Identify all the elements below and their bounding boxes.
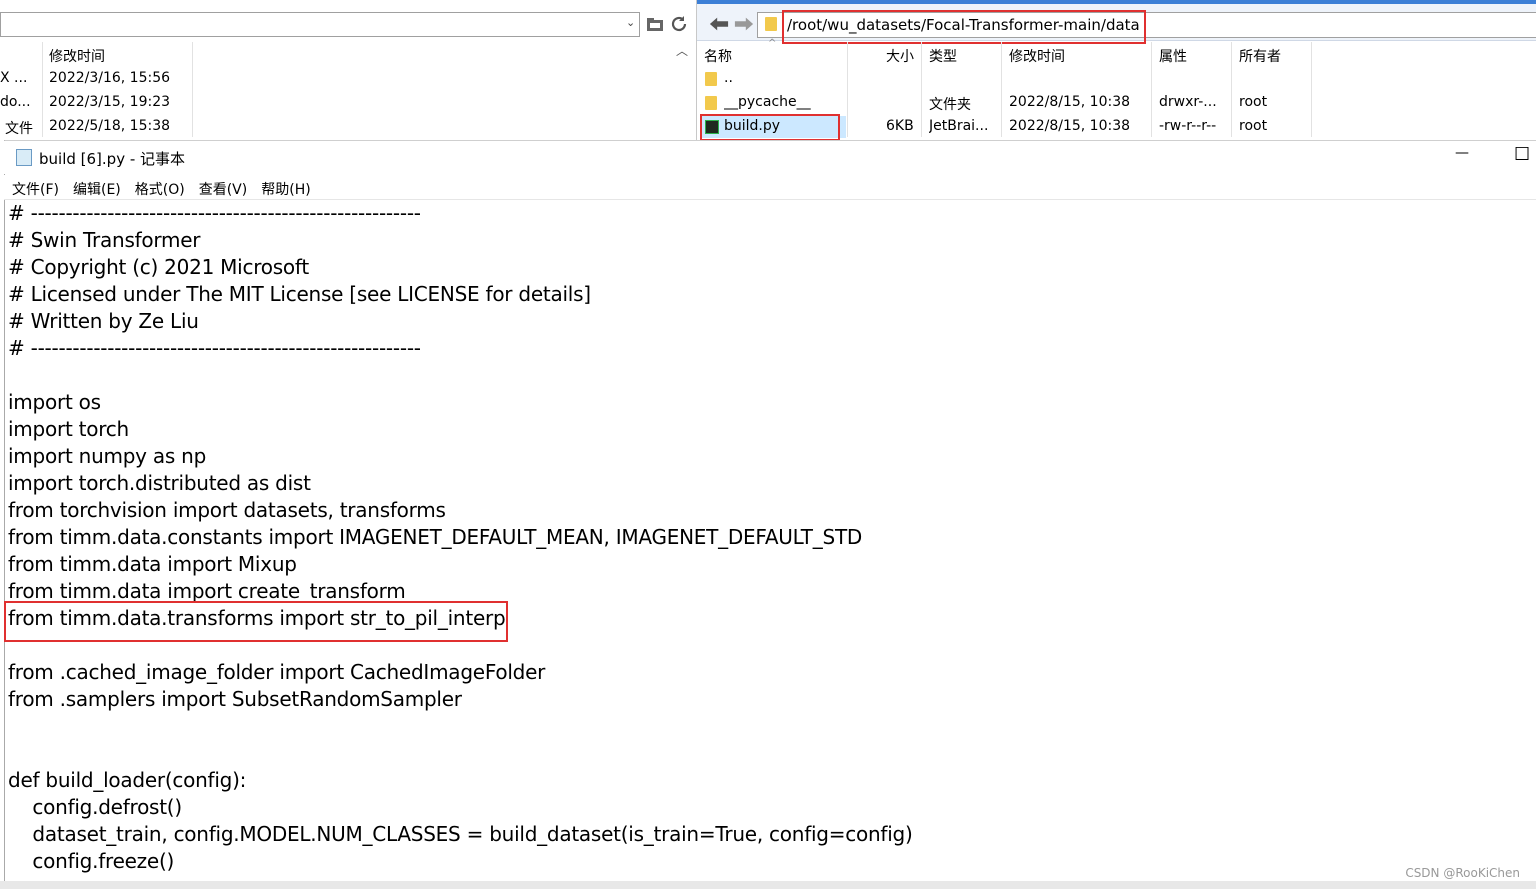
file-owner: root (1239, 94, 1268, 110)
file-attributes: drwxr-... (1159, 94, 1217, 110)
file-attributes: -rw-r--r-- (1159, 118, 1217, 134)
code-line: dataset_train, config.MODEL.NUM_CLASSES … (8, 822, 913, 846)
sort-ascending-icon: ^ (768, 38, 777, 49)
code-line: # Written by Ze Liu (8, 309, 199, 333)
file-modified: 2022/8/15, 10:38 (1009, 118, 1131, 134)
file-modified: 2022/3/16, 15:56 (49, 70, 171, 86)
table-row[interactable]: __pycache__ 文件夹 2022/8/15, 10:38 drwxr-.… (700, 92, 1320, 116)
file-modified: 2022/3/15, 19:23 (49, 94, 171, 110)
menu-format[interactable]: 格式(O) (135, 179, 185, 199)
pane-accent-bar (697, 0, 1536, 4)
code-line: # Copyright (c) 2021 Microsoft (8, 255, 309, 279)
column-header-size[interactable]: 大小 (886, 46, 914, 66)
code-line: import torch.distributed as dist (8, 471, 311, 495)
code-line: from timm.data import Mixup (8, 552, 297, 576)
code-line: config.defrost() (8, 795, 182, 819)
remote-path[interactable]: /root/wu_datasets/Focal-Transformer-main… (787, 16, 1140, 34)
code-line: # Licensed under The MIT License [see LI… (8, 282, 591, 306)
file-modified: 2022/8/15, 10:38 (1009, 94, 1131, 110)
import-highlight-box (4, 601, 508, 642)
left-path-bar[interactable] (0, 12, 640, 37)
code-line: config.freeze() (8, 849, 175, 873)
minimize-button[interactable]: — (1455, 145, 1469, 161)
code-line: from timm.data.constants import IMAGENET… (8, 525, 863, 549)
list-item[interactable]: X ... 2022/3/16, 15:56 (0, 68, 640, 92)
column-header-type[interactable]: 类型 (929, 46, 957, 66)
watermark: CSDN @RooKiChen (1405, 866, 1520, 880)
table-row[interactable]: .. (700, 68, 1300, 92)
file-name: do... (0, 94, 31, 110)
file-name: X ... (0, 70, 28, 86)
file-name: __pycache__ (724, 94, 811, 110)
code-line: def build_loader(config): (8, 768, 247, 792)
folder-icon (765, 17, 777, 31)
list-item[interactable]: do... 2022/3/15, 19:23 (0, 92, 640, 116)
column-header-owner[interactable]: 所有者 (1239, 46, 1281, 66)
menu-view[interactable]: 查看(V) (199, 179, 248, 199)
file-name: 文件 (5, 121, 33, 137)
column-header-name[interactable]: 名称 (704, 46, 732, 66)
window-title: build [6].py - 记事本 (39, 150, 186, 168)
file-name: .. (724, 70, 733, 86)
notepad-icon (16, 149, 32, 166)
code-line: import numpy as np (8, 444, 207, 468)
chevron-down-icon[interactable]: ⌄ (626, 16, 635, 29)
file-owner: root (1239, 118, 1268, 134)
folder-tree-icon[interactable] (645, 14, 665, 34)
menu-help[interactable]: 帮助(H) (261, 179, 310, 199)
forward-arrow-icon[interactable] (734, 14, 754, 34)
title-bar[interactable]: build [6].py - 记事本 — ☐ (4, 141, 1536, 174)
taskbar-strip (0, 881, 1536, 889)
file-highlight-box (700, 114, 840, 141)
column-header-attributes[interactable]: 属性 (1159, 46, 1187, 66)
list-item[interactable]: 文件 2022/5/18, 15:38 (0, 116, 640, 140)
code-line: # --------------------------------------… (8, 336, 421, 360)
code-line: import torch (8, 417, 129, 441)
code-line: from torchvision import datasets, transf… (8, 498, 446, 522)
file-modified: 2022/5/18, 15:38 (49, 118, 171, 134)
menu-edit[interactable]: 编辑(E) (73, 179, 121, 199)
menu-bar: 文件(F) 编辑(E) 格式(O) 查看(V) 帮助(H) (4, 175, 1536, 199)
scroll-up-icon[interactable]: ︿ (676, 42, 688, 59)
code-line: import os (8, 390, 101, 414)
code-line: # --------------------------------------… (8, 201, 421, 225)
refresh-icon[interactable] (669, 14, 689, 34)
maximize-button[interactable]: ☐ (1514, 144, 1530, 165)
text-editor[interactable]: # --------------------------------------… (8, 200, 1528, 875)
left-column-header-modified[interactable]: 修改时间 (49, 46, 105, 66)
column-header-modified[interactable]: 修改时间 (1009, 46, 1065, 66)
folder-icon (705, 96, 717, 110)
file-type: JetBrai... (929, 118, 989, 134)
back-arrow-icon[interactable] (709, 14, 729, 34)
file-type: 文件夹 (929, 97, 971, 113)
file-size: 6KB (886, 118, 914, 134)
code-line: # Swin Transformer (8, 228, 201, 252)
code-line: from .samplers import SubsetRandomSample… (8, 687, 462, 711)
code-line: from .cached_image_folder import CachedI… (8, 660, 546, 684)
folder-icon (705, 72, 717, 86)
menu-file[interactable]: 文件(F) (12, 179, 59, 199)
